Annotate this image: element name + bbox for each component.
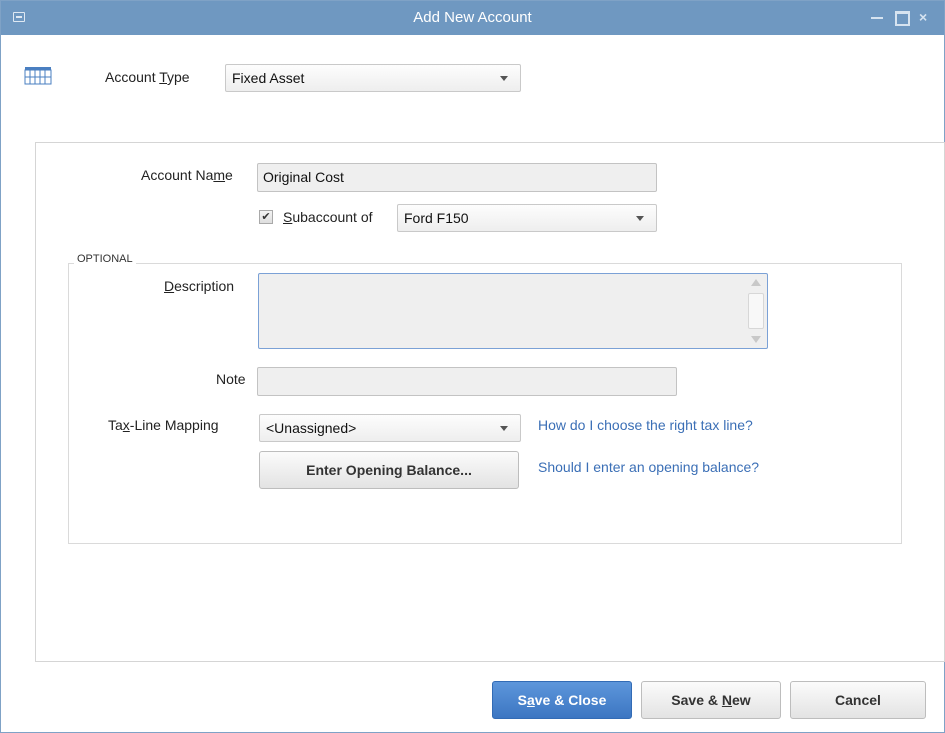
- account-type-select[interactable]: Fixed Asset: [225, 64, 521, 92]
- note-label: Note: [216, 371, 246, 387]
- account-type-value: Fixed Asset: [232, 70, 305, 86]
- account-type-label-text: Account: [105, 69, 160, 85]
- tax-line-mapping-select[interactable]: <Unassigned>: [259, 414, 521, 442]
- description-scrollbar[interactable]: [748, 277, 764, 345]
- description-label-mnemonic: D: [164, 278, 175, 294]
- subaccount-of-value: Ford F150: [404, 210, 469, 226]
- tax-line-mapping-value: <Unassigned>: [266, 420, 357, 436]
- account-name-label: Account Name: [141, 167, 233, 183]
- scroll-up-icon[interactable]: [751, 279, 761, 286]
- tax-line-mapping-label: Tax-Line Mapping: [108, 417, 219, 433]
- account-name-label-text: Account Na: [141, 167, 214, 183]
- opening-balance-label: Enter Openin: [306, 462, 395, 478]
- add-new-account-window: Add New Account × Account Type Fixed Ass…: [0, 0, 945, 733]
- description-textarea[interactable]: [258, 273, 768, 349]
- scroll-thumb[interactable]: [748, 293, 764, 329]
- title-bar[interactable]: Add New Account ×: [1, 1, 944, 35]
- opening-balance-label-end: Balance...: [402, 462, 472, 478]
- note-input[interactable]: [257, 367, 677, 396]
- account-name-input[interactable]: Original Cost: [257, 163, 657, 192]
- tax-line-label-text-end: -Line Mapping: [129, 417, 219, 433]
- description-label-text: escription: [174, 278, 235, 294]
- opening-balance-mnemonic: g: [394, 462, 403, 478]
- save-and-close-button[interactable]: Save & Close: [492, 681, 632, 719]
- subaccount-label-mnemonic: S: [283, 209, 293, 225]
- account-name-label-mnemonic: m: [213, 167, 226, 183]
- close-icon[interactable]: ×: [919, 10, 933, 24]
- save-close-label-end: ve & Close: [534, 692, 607, 708]
- description-label: Description: [164, 278, 234, 294]
- chevron-down-icon[interactable]: [500, 426, 508, 431]
- account-grid-icon: [24, 67, 52, 85]
- window-title: Add New Account: [413, 9, 532, 26]
- save-new-mnemonic: N: [721, 692, 733, 708]
- account-type-label-text-end: ype: [167, 69, 190, 85]
- chevron-down-icon[interactable]: [636, 216, 644, 221]
- scroll-down-icon[interactable]: [751, 336, 761, 343]
- save-close-mnemonic: a: [526, 692, 535, 708]
- subaccount-checkbox[interactable]: ✔: [259, 210, 273, 224]
- save-close-label: S: [517, 692, 527, 708]
- save-new-label: Save &: [671, 692, 722, 708]
- optional-heading: OPTIONAL: [74, 253, 136, 265]
- cancel-button[interactable]: Cancel: [790, 681, 926, 719]
- account-name-label-text-end: e: [225, 167, 233, 183]
- subaccount-label: Subaccount of: [283, 209, 373, 225]
- maximize-icon[interactable]: [894, 10, 910, 26]
- tax-line-help-link[interactable]: How do I choose the right tax line?: [538, 417, 753, 433]
- chevron-down-icon[interactable]: [500, 76, 508, 81]
- subaccount-label-text: ubaccount of: [292, 209, 373, 225]
- opening-balance-help-link[interactable]: Should I enter an opening balance?: [538, 459, 759, 475]
- account-type-label-mnemonic: T: [159, 69, 168, 85]
- tax-line-label-mnemonic: x: [122, 417, 130, 433]
- minimize-icon[interactable]: [870, 10, 884, 24]
- enter-opening-balance-button[interactable]: Enter Opening Balance...: [259, 451, 519, 489]
- tax-line-label-text: Ta: [108, 417, 123, 433]
- save-and-new-button[interactable]: Save & New: [641, 681, 781, 719]
- subaccount-of-select[interactable]: Ford F150: [397, 204, 657, 232]
- save-new-label-end: ew: [732, 692, 751, 708]
- account-type-label: Account Type: [105, 69, 190, 85]
